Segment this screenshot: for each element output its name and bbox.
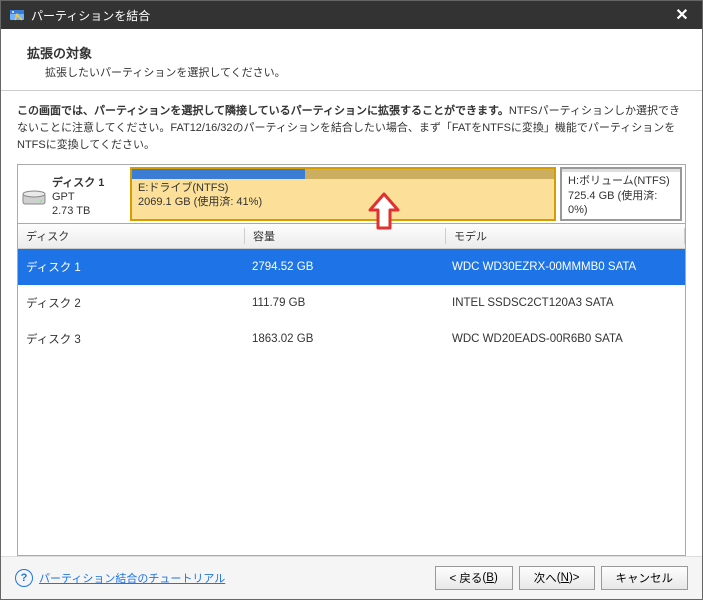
cell-capacity: 111.79 GB: [244, 297, 444, 309]
app-icon: [9, 7, 25, 23]
cell-model: WDC WD30EZRX-00MMMB0 SATA: [444, 261, 685, 273]
titlebar: パーティションを結合 ✕: [1, 1, 702, 29]
th-capacity[interactable]: 容量: [245, 228, 446, 244]
partition-detail: 725.4 GB (使用済: 0%): [568, 189, 674, 218]
partition-h[interactable]: H:ボリューム(NTFS) 725.4 GB (使用済: 0%): [560, 167, 682, 221]
heading-title: 拡張の対象: [27, 43, 682, 62]
table-row[interactable]: ディスク 3 1863.02 GB WDC WD20EADS-00R6B0 SA…: [18, 321, 685, 357]
table-row[interactable]: ディスク 1 2794.52 GB WDC WD30EZRX-00MMMB0 S…: [18, 249, 685, 285]
close-button[interactable]: ✕: [662, 1, 702, 29]
usage-bar: [132, 169, 554, 179]
heading-subtitle: 拡張したいパーティションを選択してください。: [45, 64, 682, 80]
cell-disk: ディスク 3: [18, 331, 244, 347]
th-model[interactable]: モデル: [446, 228, 685, 244]
cell-disk: ディスク 1: [18, 259, 244, 275]
next-suffix: >: [573, 572, 580, 584]
back-button[interactable]: < 戻る(B): [435, 566, 513, 590]
back-label: < 戻る: [450, 570, 483, 586]
disk-map: ディスク 1 GPT 2.73 TB E:ドライブ(NTFS) 2069.1 G…: [17, 164, 686, 224]
partition-name: H:ボリューム(NTFS): [568, 174, 674, 188]
cell-capacity: 2794.52 GB: [244, 261, 444, 273]
table-row[interactable]: ディスク 2 111.79 GB INTEL SSDSC2CT120A3 SAT…: [18, 285, 685, 321]
disk-name: ディスク 1: [52, 176, 104, 190]
disk-table: ディスク 容量 モデル ディスク 1 2794.52 GB WDC WD30EZ…: [17, 224, 686, 556]
hdd-icon: [22, 189, 46, 207]
back-accel: B: [486, 572, 494, 584]
window-title: パーティションを結合: [31, 7, 662, 24]
th-disk[interactable]: ディスク: [18, 228, 245, 244]
cell-model: INTEL SSDSC2CT120A3 SATA: [444, 297, 685, 309]
next-button[interactable]: 次へ(N) >: [519, 566, 595, 590]
cell-model: WDC WD20EADS-00R6B0 SATA: [444, 333, 685, 345]
instructions: この画面では、パーティションを選択して隣接しているパーティションに拡張することが…: [17, 103, 686, 154]
next-accel: N: [561, 572, 569, 584]
instructions-bold: この画面では、パーティションを選択して隣接しているパーティションに拡張することが…: [17, 105, 509, 117]
partition-name: E:ドライブ(NTFS): [138, 181, 548, 195]
partition-row: E:ドライブ(NTFS) 2069.1 GB (使用済: 41%) H:ボリュー…: [130, 165, 685, 223]
partition-detail: 2069.1 GB (使用済: 41%): [138, 195, 548, 209]
footer: ? パーティション結合のチュートリアル < 戻る(B) 次へ(N) > キャンセ…: [1, 556, 702, 599]
cell-disk: ディスク 2: [18, 295, 244, 311]
disk-info: ディスク 1 GPT 2.73 TB: [18, 165, 130, 223]
cancel-label: キャンセル: [616, 570, 674, 586]
cancel-button[interactable]: キャンセル: [601, 566, 689, 590]
tutorial-link[interactable]: パーティション結合のチュートリアル: [39, 570, 225, 586]
heading-block: 拡張の対象 拡張したいパーティションを選択してください。: [1, 29, 702, 91]
partition-e[interactable]: E:ドライブ(NTFS) 2069.1 GB (使用済: 41%): [130, 167, 556, 221]
table-header: ディスク 容量 モデル: [18, 224, 685, 249]
disk-scheme: GPT: [52, 190, 104, 204]
usage-fill: [132, 169, 305, 179]
help-icon: ?: [15, 569, 33, 587]
next-label: 次へ: [534, 570, 557, 586]
cell-capacity: 1863.02 GB: [244, 333, 444, 345]
disk-total: 2.73 TB: [52, 204, 104, 218]
usage-bar: [562, 169, 680, 172]
table-body: ディスク 1 2794.52 GB WDC WD30EZRX-00MMMB0 S…: [18, 249, 685, 555]
